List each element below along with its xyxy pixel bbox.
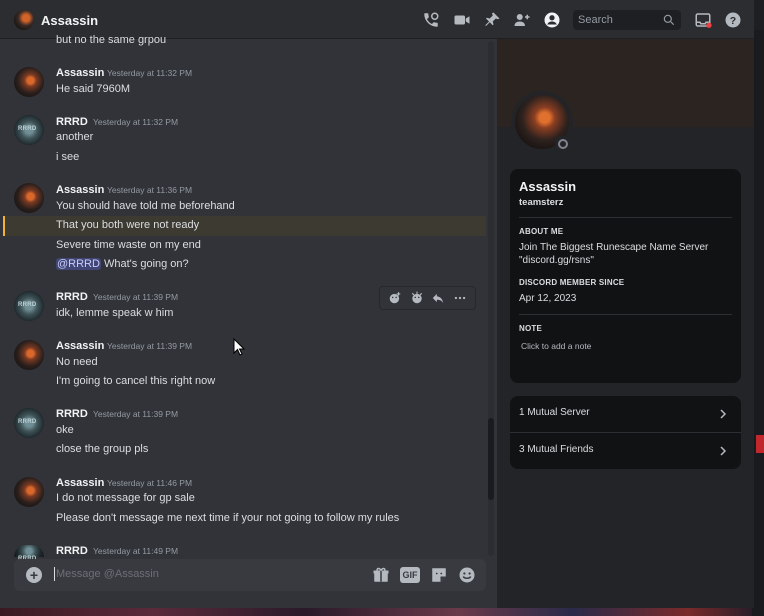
divider <box>519 217 732 218</box>
message-text: You should have told me beforehand <box>56 200 235 212</box>
status-offline-icon <box>555 136 571 152</box>
profile-username[interactable]: teamsterz <box>519 197 732 208</box>
scrollbar-thumb[interactable] <box>488 418 494 500</box>
message-text: oke <box>56 424 74 436</box>
video-icon[interactable] <box>453 11 471 29</box>
avatar[interactable] <box>14 545 44 562</box>
about-me-heading: ABOUT ME <box>519 227 564 236</box>
about-me-link[interactable]: "discord.gg/rsns" <box>519 254 732 267</box>
reply-icon[interactable] <box>430 290 446 306</box>
message-author[interactable]: RRRD <box>56 115 88 130</box>
message-text: close the group pls <box>56 443 149 455</box>
desktop-background <box>0 608 764 616</box>
member-since-date: Apr 12, 2023 <box>519 293 577 304</box>
message-author[interactable]: Assassin <box>56 476 104 491</box>
gif-icon[interactable]: GIF <box>400 567 420 583</box>
note-input[interactable]: Click to add a note <box>519 341 732 351</box>
header-avatar[interactable] <box>14 10 34 30</box>
avatar[interactable] <box>14 408 44 438</box>
message-text: idk, lemme speak w him <box>56 307 174 319</box>
message-timestamp: Yesterday at 11:32 PM <box>107 68 193 78</box>
search-placeholder: Search <box>578 14 613 26</box>
emoji-icon[interactable] <box>458 566 476 584</box>
mutual-servers-row[interactable]: 1 Mutual Server <box>510 396 741 432</box>
more-icon[interactable] <box>452 290 468 306</box>
help-icon[interactable]: ? <box>724 11 742 29</box>
message-input[interactable]: Message @Assassin <box>54 567 159 581</box>
message-text: but no the same grpou <box>56 34 167 46</box>
message-text: I'm going to cancel this right now <box>56 375 216 387</box>
profile-toggle-icon[interactable] <box>543 11 561 29</box>
message-timestamp: Yesterday at 11:36 PM <box>107 185 193 195</box>
message-text: No need <box>56 356 98 368</box>
super-reaction-icon[interactable] <box>409 290 425 306</box>
chevron-right-icon <box>720 409 727 419</box>
chevron-right-icon <box>720 446 727 456</box>
add-reaction-icon[interactable] <box>387 290 403 306</box>
add-friend-icon[interactable] <box>513 11 531 29</box>
avatar[interactable] <box>14 477 44 507</box>
gift-icon[interactable] <box>372 566 390 584</box>
dm-window: Assassin Search ? but no the same grpou … <box>0 0 754 608</box>
message-author[interactable]: Assassin <box>56 183 104 198</box>
mutual-friends-label: 3 Mutual Friends <box>519 444 594 455</box>
search-icon <box>663 14 675 26</box>
message-timestamp: Yesterday at 11:39 PM <box>107 341 193 351</box>
avatar[interactable] <box>14 183 44 213</box>
search-input[interactable]: Search <box>573 10 681 30</box>
user-profile-panel: Assassin teamsterz ABOUT ME Join The Big… <box>497 39 754 608</box>
profile-card: Assassin teamsterz ABOUT ME Join The Big… <box>510 169 741 383</box>
message-author[interactable]: RRRD <box>56 407 88 422</box>
message-author[interactable]: Assassin <box>56 66 104 81</box>
user-mention[interactable]: @RRRD <box>56 258 101 270</box>
message-text: He said 7960M <box>56 83 130 95</box>
message-timestamp: Yesterday at 11:39 PM <box>93 409 179 419</box>
message-text: That you both were not ready <box>56 219 200 231</box>
mutual-friends-row[interactable]: 3 Mutual Friends <box>510 432 741 468</box>
divider <box>519 314 732 315</box>
inbox-icon[interactable] <box>694 11 712 29</box>
mention-message-text: What's going on? <box>100 258 189 270</box>
message-text: Severe time waste on my end <box>56 239 201 251</box>
message-text: I do not message for gp sale <box>56 492 195 504</box>
message-actions-toolbar <box>379 286 476 310</box>
note-heading: NOTE <box>519 324 543 333</box>
channel-title: Assassin <box>41 13 99 28</box>
about-me-line: Join The Biggest Runescape Name Server <box>519 242 709 253</box>
pin-icon[interactable] <box>483 11 501 29</box>
member-since-heading: DISCORD MEMBER SINCE <box>519 278 625 287</box>
message-timestamp: Yesterday at 11:39 PM <box>93 292 179 302</box>
message-author[interactable]: RRRD <box>56 290 88 305</box>
avatar[interactable] <box>14 291 44 321</box>
message-author[interactable]: Assassin <box>56 339 104 354</box>
avatar[interactable] <box>14 340 44 370</box>
mutual-servers-label: 1 Mutual Server <box>519 407 590 418</box>
attach-plus-icon[interactable]: + <box>26 567 42 583</box>
desktop-fragment <box>756 435 764 453</box>
mutuals-card: 1 Mutual Server 3 Mutual Friends <box>510 396 741 469</box>
about-me-text: Join The Biggest Runescape Name Server "… <box>519 241 732 267</box>
message-text: Please don't message me next time if you… <box>56 512 400 524</box>
message-timestamp: Yesterday at 11:32 PM <box>93 117 179 127</box>
call-icon[interactable] <box>422 11 440 29</box>
message-text: @RRRD What's going on? <box>56 257 189 272</box>
avatar[interactable] <box>14 115 44 145</box>
avatar[interactable] <box>14 67 44 97</box>
message-text: i see <box>56 151 80 163</box>
svg-text:?: ? <box>730 15 736 27</box>
mouse-cursor-icon <box>233 338 245 356</box>
message-timestamp: Yesterday at 11:49 PM <box>93 546 179 556</box>
profile-display-name: Assassin <box>519 179 577 194</box>
message-composer[interactable]: + Message @Assassin GIF <box>14 559 486 591</box>
sticker-icon[interactable] <box>430 566 448 584</box>
message-text: another <box>56 131 94 143</box>
message-timestamp: Yesterday at 11:46 PM <box>107 478 193 488</box>
message-author[interactable]: RRRD <box>56 544 88 559</box>
